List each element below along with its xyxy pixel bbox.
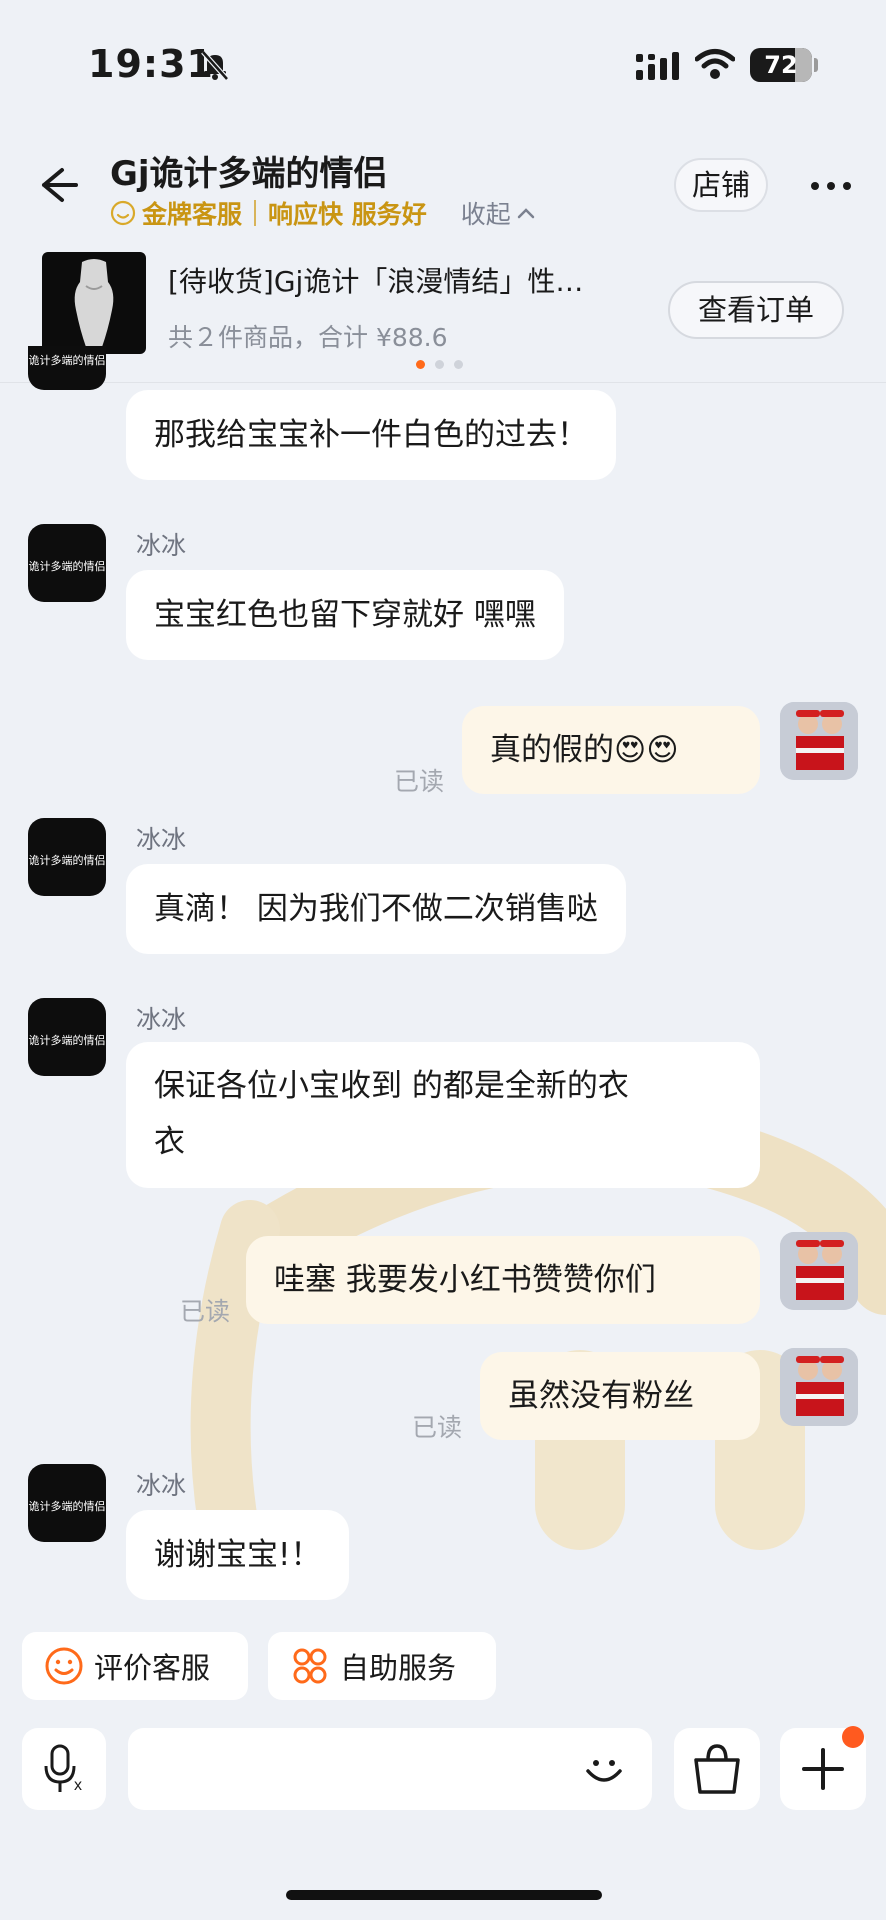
collapse-toggle[interactable]: 收起 bbox=[461, 195, 537, 231]
message-text: 虽然没有粉丝 bbox=[508, 1378, 694, 1414]
collapse-label: 收起 bbox=[460, 200, 511, 229]
avatar-caption: 诡计多端的情侣 bbox=[28, 1500, 106, 1513]
sender-name: 冰冰 bbox=[136, 1471, 187, 1500]
shop-avatar[interactable]: 诡计多端的情侣 bbox=[28, 818, 106, 896]
message-text: 保证各位小宝收到 的都是全新的衣 bbox=[154, 1068, 629, 1104]
read-receipt: 已读 bbox=[412, 1413, 463, 1442]
home-indicator[interactable] bbox=[286, 1890, 602, 1900]
order-pager bbox=[416, 360, 463, 369]
message-bubble: 谢谢宝宝!！ bbox=[126, 1510, 350, 1600]
message-bubble: 真的假的😍😍 bbox=[462, 706, 760, 794]
pager-dot bbox=[454, 360, 463, 369]
user-avatar[interactable] bbox=[780, 1348, 858, 1426]
order-summary: 共２件商品，合计 ¥88.6 bbox=[168, 323, 448, 352]
message-text: 谢谢宝宝!！ bbox=[154, 1537, 322, 1573]
svg-text:x: x bbox=[74, 1777, 82, 1794]
avatar-caption: 诡计多端的情侣 bbox=[28, 354, 106, 367]
user-photo bbox=[780, 1348, 858, 1426]
user-avatar[interactable] bbox=[780, 702, 858, 780]
shopping-bag-button[interactable] bbox=[674, 1728, 760, 1810]
message-bubble: 宝宝红色也留下穿就好 嘿嘿 bbox=[126, 570, 564, 660]
order-title[interactable]: [待收货]Gj诡计「浪漫情结」性… bbox=[168, 260, 583, 300]
read-receipt: 已读 bbox=[180, 1297, 231, 1326]
avatar-caption: 诡计多端的情侣 bbox=[28, 560, 106, 573]
avatar-caption: 诡计多端的情侣 bbox=[28, 1034, 106, 1047]
message-text: 那我给宝宝补一件白色的过去！ bbox=[154, 417, 588, 453]
voice-input-icon: x bbox=[44, 1744, 82, 1794]
sender-name: 冰冰 bbox=[136, 531, 187, 560]
status-time: 19:31 bbox=[88, 42, 214, 86]
cellular-signal-icon bbox=[636, 52, 679, 80]
message-text: 哇塞 我要发小红书赞赞你们 bbox=[274, 1262, 656, 1298]
chevron-up-icon bbox=[517, 208, 534, 219]
arrow-left-icon[interactable] bbox=[32, 160, 82, 210]
gold-service-label: 金牌客服 bbox=[142, 200, 243, 229]
message-bubble: 真滴！ 因为我们不做二次销售哒 bbox=[126, 864, 626, 954]
view-order-button[interactable]: 查看订单 bbox=[668, 281, 844, 339]
smile-badge-icon bbox=[110, 200, 136, 226]
more-dots-icon[interactable] bbox=[806, 166, 856, 206]
header-divider bbox=[0, 382, 886, 383]
message-bubble: 那我给宝宝补一件白色的过去！ bbox=[126, 390, 616, 480]
shop-avatar[interactable]: 诡计多端的情侣 bbox=[28, 1464, 106, 1542]
rate-service-label: 评价客服 bbox=[94, 1651, 211, 1685]
shop-avatar[interactable]: 诡计多端的情侣 bbox=[28, 524, 106, 602]
message-bubble: 哇塞 我要发小红书赞赞你们 bbox=[246, 1236, 760, 1324]
shop-name[interactable]: Gj诡计多端的情侣 bbox=[110, 146, 388, 195]
battery-level: 72 bbox=[764, 51, 798, 79]
message-bubble: 保证各位小宝收到 的都是全新的衣 衣 bbox=[126, 1042, 760, 1188]
sender-name: 冰冰 bbox=[136, 825, 187, 854]
status-bar: 19:31 72 bbox=[0, 0, 886, 130]
service-badge-row: 金牌客服 响应快 服务好 收起 bbox=[110, 196, 537, 230]
rate-service-button[interactable]: 评价客服 bbox=[22, 1632, 248, 1700]
message-input[interactable] bbox=[128, 1728, 652, 1810]
badge-divider bbox=[254, 200, 257, 226]
sender-name: 冰冰 bbox=[136, 1005, 187, 1034]
notification-dot bbox=[842, 1726, 864, 1748]
message-text: 衣 bbox=[154, 1124, 185, 1160]
smile-icon bbox=[45, 1647, 83, 1685]
shop-avatar[interactable]: 诡计多端的情侣 bbox=[28, 998, 106, 1076]
battery-nub bbox=[814, 58, 818, 72]
shop-button[interactable]: 店铺 bbox=[674, 158, 768, 212]
self-service-icon bbox=[293, 1648, 327, 1684]
self-service-label: 自助服务 bbox=[340, 1651, 457, 1685]
emoji-icon[interactable] bbox=[574, 1739, 634, 1799]
user-photo bbox=[780, 1232, 858, 1310]
pager-dot bbox=[416, 360, 425, 369]
wifi-icon bbox=[695, 49, 735, 79]
avatar-caption: 诡计多端的情侣 bbox=[28, 854, 106, 867]
message-text: 宝宝红色也留下穿就好 嘿嘿 bbox=[154, 597, 536, 633]
battery-icon: 72 bbox=[750, 48, 812, 82]
voice-input-button[interactable]: x bbox=[22, 1728, 106, 1810]
message-text: 真滴！ 因为我们不做二次销售哒 bbox=[154, 891, 598, 927]
read-receipt: 已读 bbox=[394, 767, 445, 796]
pager-dot bbox=[435, 360, 444, 369]
shopping-bag-icon bbox=[694, 1744, 740, 1794]
bell-muted-icon bbox=[201, 50, 229, 81]
product-image bbox=[74, 259, 114, 347]
self-service-button[interactable]: 自助服务 bbox=[268, 1632, 496, 1700]
user-photo bbox=[780, 702, 858, 780]
service-slogan: 响应快 服务好 bbox=[268, 200, 427, 229]
message-text: 真的假的😍😍 bbox=[490, 732, 679, 768]
user-avatar[interactable] bbox=[780, 1232, 858, 1310]
order-product-thumbnail[interactable] bbox=[42, 252, 146, 354]
message-bubble: 虽然没有粉丝 bbox=[480, 1352, 760, 1440]
